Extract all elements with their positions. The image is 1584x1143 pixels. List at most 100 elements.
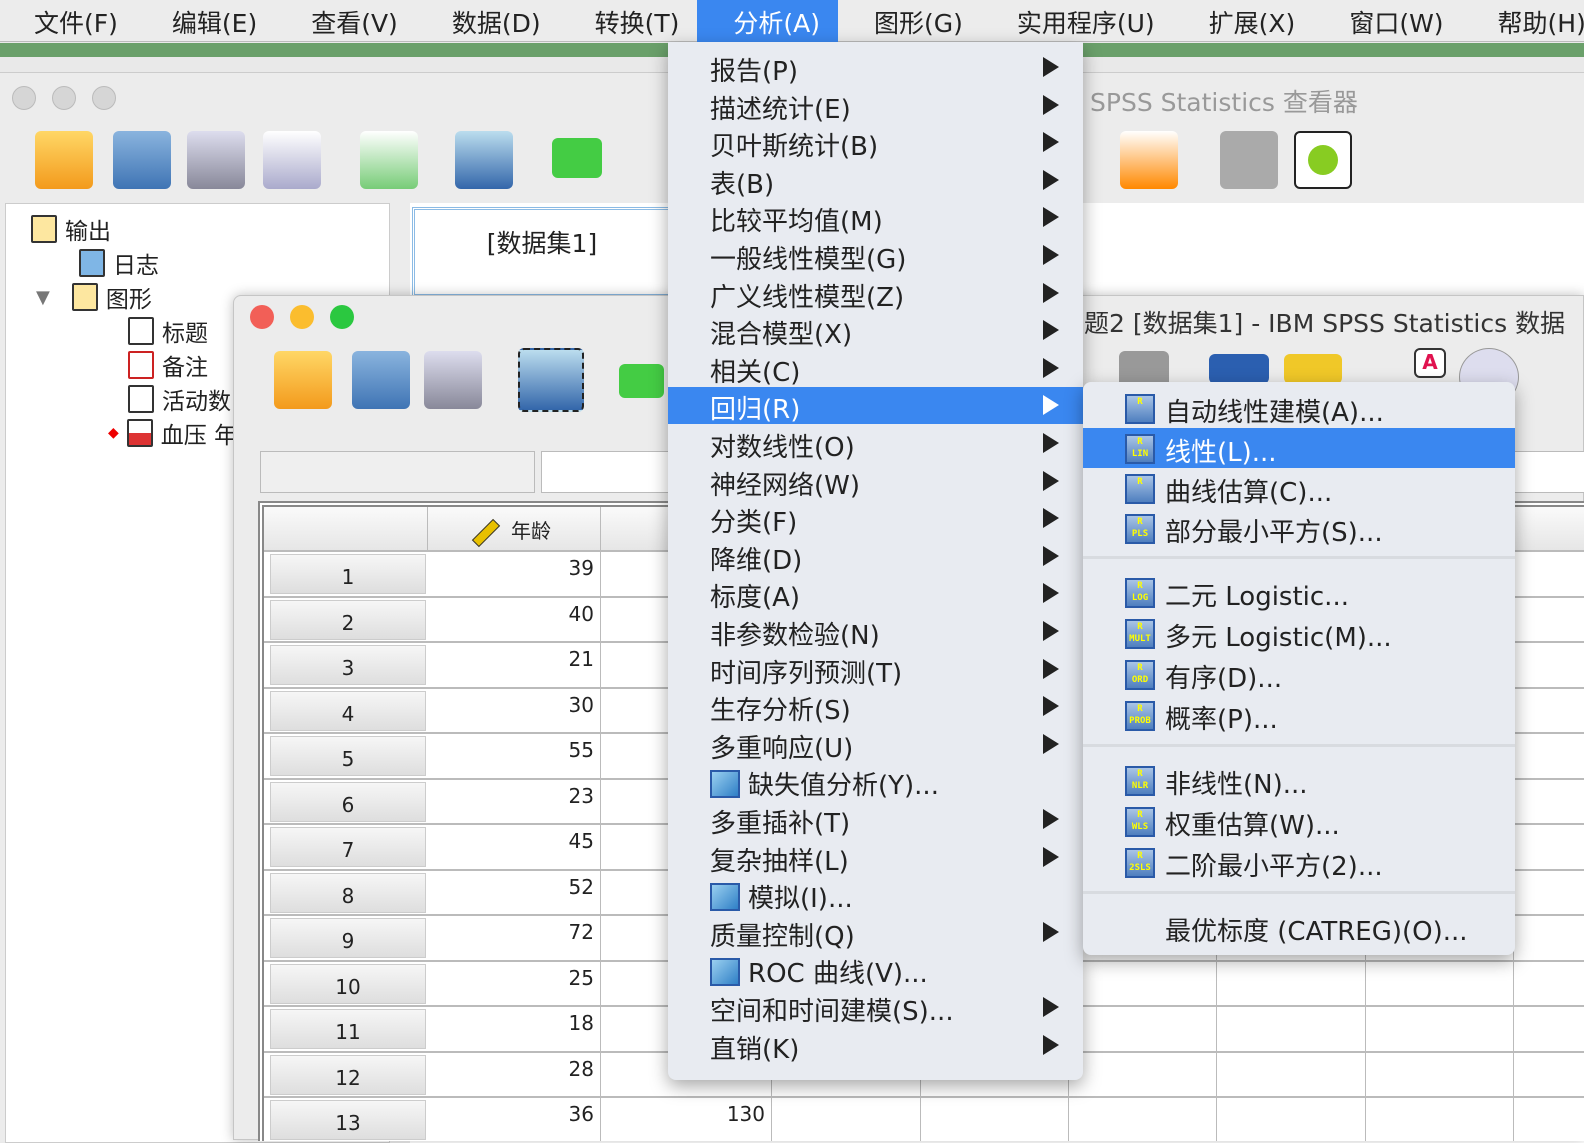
- recall-dialog-icon[interactable]: [518, 348, 584, 412]
- tree-node-notes[interactable]: 备注: [128, 348, 208, 382]
- save-icon[interactable]: [113, 131, 171, 189]
- cell[interactable]: [1217, 1098, 1366, 1141]
- menu-item[interactable]: 对数线性(O): [668, 425, 1083, 463]
- cell-age[interactable]: 18: [428, 1007, 601, 1052]
- cell[interactable]: [1069, 961, 1217, 1007]
- cell[interactable]: [1069, 1098, 1217, 1141]
- row-header[interactable]: 7: [270, 827, 426, 867]
- cell-age[interactable]: 21: [428, 643, 601, 688]
- undo-icon[interactable]: [552, 138, 602, 178]
- menu-item[interactable]: 非参数检验(N): [668, 613, 1083, 651]
- row-header[interactable]: 9: [270, 918, 426, 958]
- row-header[interactable]: 2: [270, 599, 426, 640]
- recall-dialog-icon[interactable]: [455, 131, 513, 189]
- menu-item[interactable]: 广义线性模型(Z): [668, 275, 1083, 313]
- menu-9[interactable]: 窗口(W): [1313, 0, 1461, 42]
- menu-item[interactable]: 报告(P): [668, 49, 1083, 87]
- disclosure-triangle-icon[interactable]: ▼: [36, 287, 50, 308]
- menu-2[interactable]: 查看(V): [275, 0, 416, 42]
- row-header[interactable]: 12: [270, 1054, 426, 1095]
- menu-item[interactable]: 时间序列预测(T): [668, 651, 1083, 689]
- export-icon[interactable]: [360, 131, 418, 189]
- menu-1[interactable]: 编辑(E): [136, 0, 275, 42]
- zoom-button[interactable]: [92, 86, 116, 110]
- row-header[interactable]: 11: [270, 1009, 426, 1049]
- cell-age[interactable]: 36: [428, 1098, 601, 1141]
- menu-3[interactable]: 数据(D): [416, 0, 559, 42]
- submenu-item[interactable]: R PROB 概率(P)...: [1083, 695, 1515, 735]
- menu-0[interactable]: 文件(F): [0, 0, 136, 42]
- cell-reference-field[interactable]: [260, 451, 535, 493]
- menu-item[interactable]: 多重响应(U): [668, 726, 1083, 764]
- cell[interactable]: [1366, 961, 1514, 1007]
- open-icon[interactable]: [274, 351, 332, 409]
- save-icon[interactable]: [352, 351, 410, 409]
- tree-node-log[interactable]: 日志: [79, 246, 159, 280]
- cell[interactable]: [1069, 1052, 1217, 1098]
- cell[interactable]: [1366, 1098, 1514, 1141]
- menu-item[interactable]: 表(B): [668, 162, 1083, 200]
- menu-item[interactable]: 一般线性模型(G): [668, 237, 1083, 275]
- menu-item[interactable]: 回归(R): [668, 387, 1083, 425]
- submenu-item[interactable]: R NLR 非线性(N)...: [1083, 760, 1515, 800]
- submenu-item[interactable]: R ORD 有序(D)...: [1083, 654, 1515, 694]
- cell[interactable]: 130: [601, 1098, 772, 1141]
- cell[interactable]: [1217, 1052, 1366, 1098]
- cell-age[interactable]: 72: [428, 916, 601, 961]
- insert-cases-icon[interactable]: [1209, 354, 1269, 384]
- tree-node-graph[interactable]: ▼ 图形: [36, 280, 152, 314]
- menu-4[interactable]: 转换(T): [559, 0, 698, 42]
- cell-age[interactable]: 45: [428, 825, 601, 870]
- minimize-button[interactable]: [290, 305, 314, 329]
- cell-age[interactable]: 30: [428, 688, 601, 734]
- row-header[interactable]: 6: [270, 781, 426, 822]
- insert-variable-icon[interactable]: [1284, 354, 1342, 384]
- menu-item[interactable]: 贝叶斯统计(B): [668, 124, 1083, 162]
- submenu-item[interactable]: R PLS 部分最小平方(S)...: [1083, 508, 1515, 548]
- menu-7[interactable]: 实用程序(U): [981, 0, 1173, 42]
- menu-5[interactable]: 分析(A): [697, 0, 838, 42]
- cell-age[interactable]: 28: [428, 1052, 601, 1098]
- cell[interactable]: [1217, 1007, 1366, 1052]
- menu-item[interactable]: ROC 曲线(V)...: [668, 951, 1083, 989]
- menu-6[interactable]: 图形(G): [838, 0, 981, 42]
- menu-item[interactable]: 描述统计(E): [668, 87, 1083, 125]
- submenu-item[interactable]: 最优标度 (CATREG)(O)...: [1083, 907, 1515, 947]
- row-header[interactable]: 4: [270, 690, 426, 731]
- menu-item[interactable]: 混合模型(X): [668, 312, 1083, 350]
- collapse-icon[interactable]: [1220, 131, 1278, 189]
- add-icon[interactable]: [1294, 131, 1352, 189]
- print-preview-icon[interactable]: [263, 131, 321, 189]
- tree-node-output[interactable]: 输出: [31, 212, 111, 246]
- submenu-item[interactable]: R 曲线估算(C)...: [1083, 468, 1515, 508]
- submenu-item[interactable]: R 2SLS 二阶最小平方(2)...: [1083, 842, 1515, 882]
- cell-age[interactable]: 25: [428, 961, 601, 1007]
- cell-age[interactable]: 39: [428, 552, 601, 597]
- undo-icon[interactable]: [619, 364, 664, 398]
- minimize-button[interactable]: [52, 86, 76, 110]
- cell[interactable]: [921, 1098, 1069, 1141]
- cell-age[interactable]: 23: [428, 779, 601, 825]
- tree-node-active-dataset[interactable]: 活动数: [128, 382, 231, 416]
- menu-item[interactable]: 分类(F): [668, 500, 1083, 538]
- menu-10[interactable]: 帮助(H): [1462, 0, 1584, 42]
- script-icon[interactable]: [1120, 131, 1178, 189]
- menu-item[interactable]: 标度(A): [668, 575, 1083, 613]
- zoom-button[interactable]: [330, 305, 354, 329]
- menu-item[interactable]: 比较平均值(M): [668, 199, 1083, 237]
- cell-age[interactable]: 40: [428, 597, 601, 643]
- menu-item[interactable]: 空间和时间建模(S)...: [668, 989, 1083, 1027]
- menu-8[interactable]: 扩展(X): [1173, 0, 1314, 42]
- menu-item[interactable]: 直销(K): [668, 1027, 1083, 1065]
- print-icon[interactable]: [187, 131, 245, 189]
- row-header[interactable]: 1: [270, 554, 426, 594]
- row-header[interactable]: 3: [270, 645, 426, 685]
- submenu-item[interactable]: R LOG 二元 Logistic...: [1083, 572, 1515, 612]
- submenu-item[interactable]: R MULT 多元 Logistic(M)...: [1083, 613, 1515, 653]
- menu-item[interactable]: 生存分析(S): [668, 688, 1083, 726]
- submenu-item[interactable]: R LIN 线性(L)...: [1083, 428, 1515, 468]
- submenu-item[interactable]: R WLS 权重估算(W)...: [1083, 801, 1515, 841]
- menu-item[interactable]: 相关(C): [668, 350, 1083, 388]
- menu-item[interactable]: 质量控制(Q): [668, 914, 1083, 952]
- row-header[interactable]: 8: [270, 872, 426, 913]
